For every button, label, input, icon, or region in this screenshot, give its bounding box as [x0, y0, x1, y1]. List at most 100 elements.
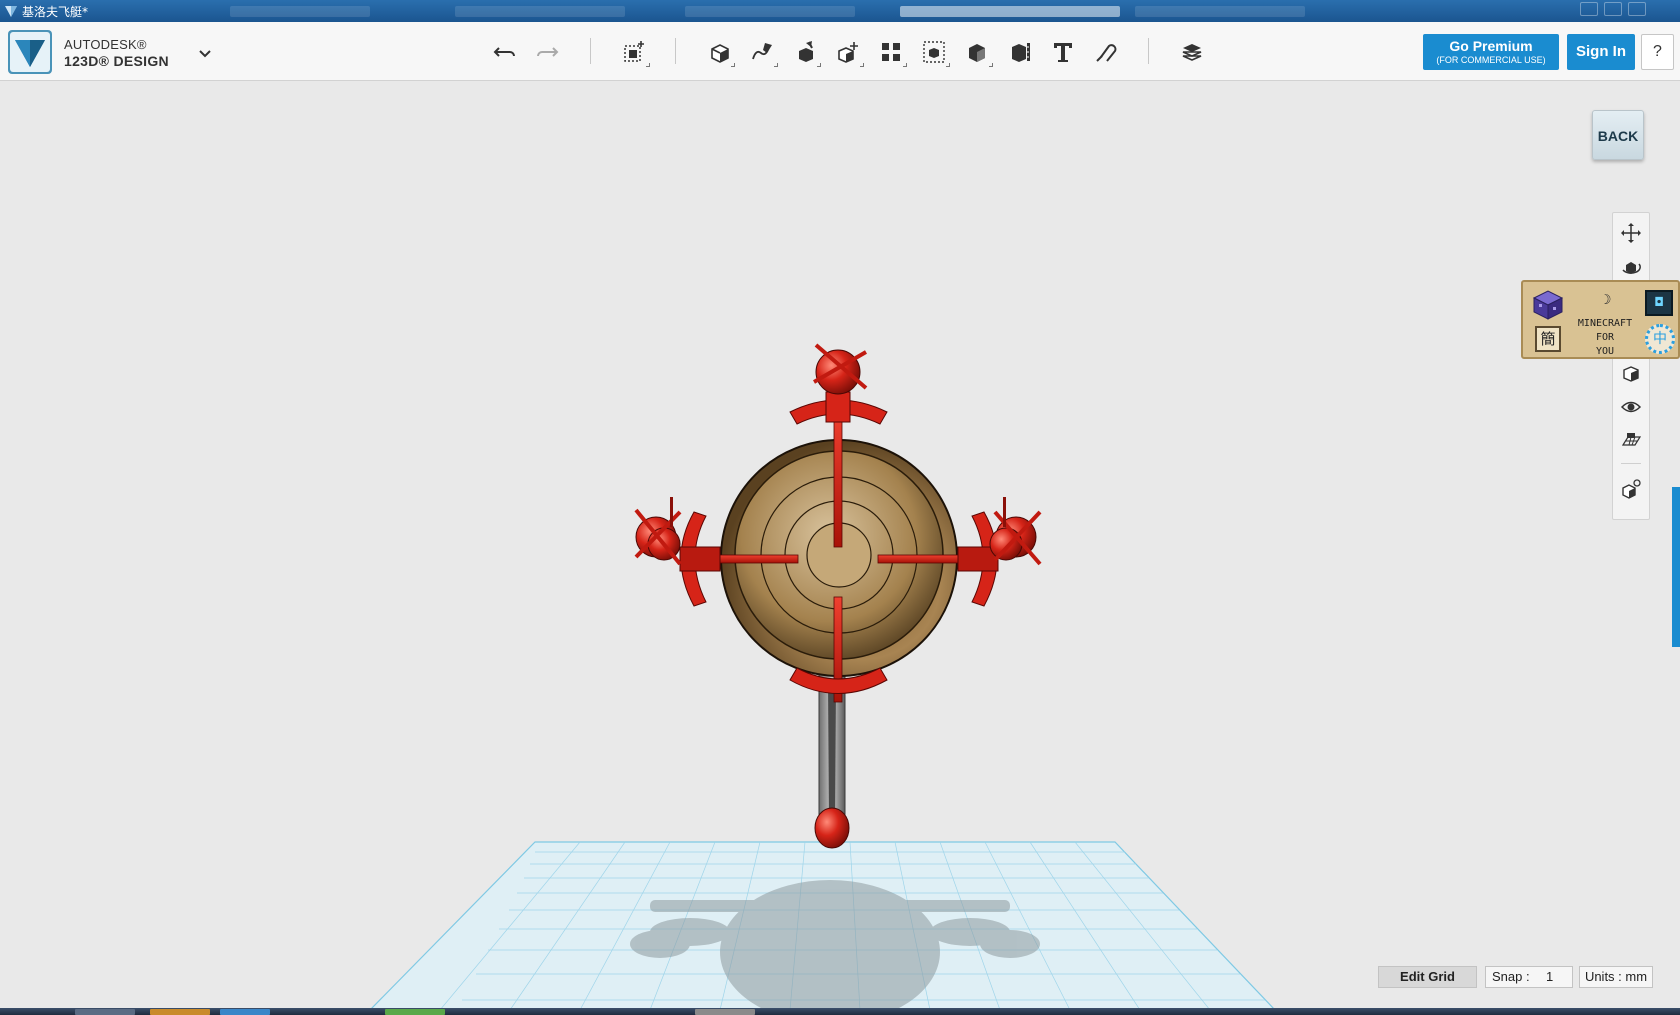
maximize-icon[interactable]: [1604, 2, 1622, 16]
toolbar-separator: [1148, 38, 1149, 64]
pattern-icon: [882, 43, 900, 61]
close-icon[interactable]: [1628, 2, 1646, 16]
back-button[interactable]: BACK: [1592, 110, 1644, 160]
snap-label: Snap :: [1492, 969, 1530, 984]
dropdown-caret: [731, 63, 735, 67]
snap-value: 1: [1546, 969, 1554, 984]
background-tab[interactable]: [230, 6, 370, 17]
dropdown-caret: [774, 63, 778, 67]
modify-icon: [838, 42, 858, 63]
units-selector[interactable]: Units : mm: [1579, 966, 1653, 988]
taskbar-item[interactable]: [220, 1009, 270, 1015]
window-title: 基洛夫飞艇*: [22, 5, 89, 19]
airship-model[interactable]: [634, 343, 1042, 849]
overlay-line-2: FOR: [1595, 332, 1615, 343]
grouping-button[interactable]: [917, 36, 951, 68]
construct-button[interactable]: [788, 36, 822, 68]
dropdown-caret: [860, 63, 864, 67]
navigation-bar: [1612, 212, 1650, 520]
simplified-chinese-toggle[interactable]: 簡: [1535, 326, 1561, 352]
material-layers-icon: [1182, 44, 1202, 61]
transform-button[interactable]: [617, 36, 651, 68]
material-cube-icon: [1622, 479, 1641, 499]
overlay-line-1: MINECRAFT: [1577, 318, 1633, 329]
text-button[interactable]: [1046, 36, 1080, 68]
brand-product: 123D® DESIGN: [64, 53, 169, 69]
go-premium-button[interactable]: Go Premium (FOR COMMERCIAL USE): [1423, 34, 1559, 70]
pattern-button[interactable]: [874, 36, 908, 68]
active-background-tab[interactable]: [900, 6, 1120, 17]
window-title-bar: 基洛夫飞艇*: [0, 0, 1680, 22]
3d-scene[interactable]: [0, 82, 1680, 1010]
taskbar-item[interactable]: [75, 1009, 135, 1015]
primitives-button[interactable]: [702, 36, 736, 68]
taskbar-item[interactable]: [385, 1009, 445, 1015]
orbit-button[interactable]: [1617, 253, 1645, 281]
moon-icon: ☽: [1603, 292, 1612, 308]
dropdown-caret: [946, 63, 950, 67]
3d-viewport[interactable]: BACK 簡 ☽ MINECRAFT FOR YOU ◘ 中 Edit Grid…: [0, 82, 1680, 1010]
dropdown-caret: [646, 63, 650, 67]
sketch-button[interactable]: [745, 36, 779, 68]
taskbar-item[interactable]: [695, 1009, 755, 1015]
os-taskbar: [0, 1008, 1680, 1015]
sketch-pencil-icon: [752, 43, 772, 60]
app-logo-icon: [5, 6, 17, 17]
autodesk-logo-icon: [8, 30, 52, 74]
toolbar-separator: [590, 38, 591, 64]
minecraft-overlay-badge[interactable]: 簡 ☽ MINECRAFT FOR YOU ◘ 中: [1521, 280, 1680, 359]
redo-icon: [537, 47, 559, 57]
background-tab[interactable]: [685, 6, 855, 17]
sign-in-button[interactable]: Sign In: [1567, 34, 1635, 70]
ground-grid: [369, 841, 1276, 1010]
materials-button[interactable]: [1617, 475, 1645, 503]
navbar-separator: [1621, 463, 1641, 464]
terminal-icon[interactable]: ◘: [1645, 290, 1673, 316]
view-cube-button[interactable]: [1617, 359, 1645, 387]
snap-button[interactable]: [1089, 36, 1123, 68]
taskbar-item[interactable]: [150, 1009, 210, 1015]
grouping-icon: [923, 41, 945, 63]
edit-grid-button[interactable]: Edit Grid: [1378, 966, 1477, 988]
minimize-icon[interactable]: [1580, 2, 1598, 16]
primitive-cube-icon: [711, 44, 729, 63]
toolbar-separator: [675, 38, 676, 64]
modify-button[interactable]: [831, 36, 865, 68]
minecraft-block-icon: [1532, 290, 1564, 320]
material-button[interactable]: [1175, 36, 1209, 68]
pan-arrows-icon: [1621, 223, 1641, 243]
pan-button[interactable]: [1617, 219, 1645, 247]
undo-icon: [493, 47, 515, 57]
help-button[interactable]: ?: [1641, 34, 1674, 70]
orbit-icon: [1622, 262, 1641, 274]
snap-magnet-icon: [1096, 44, 1117, 62]
text-icon: [1054, 43, 1072, 62]
snap-selector[interactable]: Snap : 1: [1485, 966, 1573, 988]
go-premium-sublabel: (FOR COMMERCIAL USE): [1436, 55, 1546, 65]
combine-icon: [969, 44, 985, 62]
dropdown-caret: [817, 63, 821, 67]
app-window: 基洛夫飞艇* AUTODESK® 123D® DESIGN Go Premium…: [0, 0, 1680, 1015]
dropdown-caret: [989, 63, 993, 67]
side-panel-tab[interactable]: [1672, 487, 1680, 647]
undo-button[interactable]: [488, 36, 522, 68]
eye-icon: [1620, 401, 1642, 413]
measure-button[interactable]: [1003, 36, 1037, 68]
brand-company: AUTODESK®: [64, 37, 147, 52]
background-tab[interactable]: [1135, 6, 1305, 17]
transform-box-icon: [624, 41, 644, 62]
app-brand[interactable]: AUTODESK® 123D® DESIGN: [8, 30, 208, 74]
measure-icon: [1012, 43, 1030, 62]
combine-button[interactable]: [960, 36, 994, 68]
chevron-down-icon[interactable]: [196, 44, 214, 62]
chinese-input-toggle[interactable]: 中: [1645, 324, 1675, 354]
grid-view-button[interactable]: [1617, 427, 1645, 455]
go-premium-label: Go Premium: [1449, 38, 1533, 54]
overlay-line-3: YOU: [1595, 346, 1615, 357]
redo-button[interactable]: [530, 36, 564, 68]
background-tab[interactable]: [455, 6, 625, 17]
view-cube-icon: [1623, 366, 1639, 382]
construct-extrude-icon: [799, 41, 813, 62]
minecraft-for-you-text: MINECRAFT FOR YOU: [1573, 317, 1637, 359]
visibility-button[interactable]: [1617, 393, 1645, 421]
